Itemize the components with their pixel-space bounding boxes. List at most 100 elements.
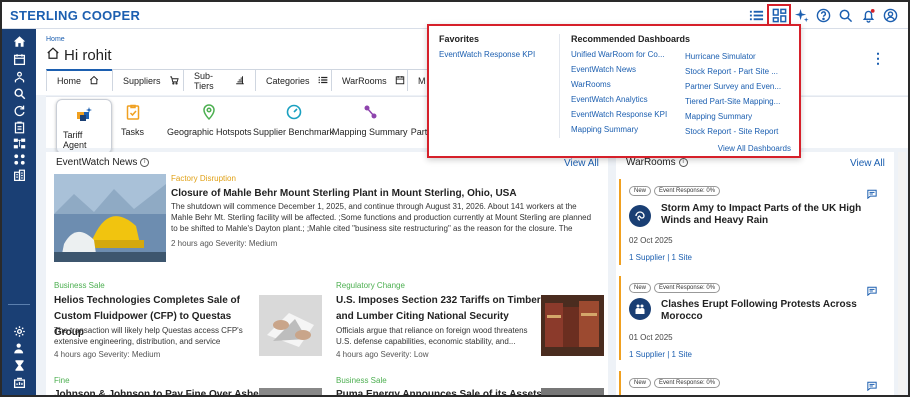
clipboard-icon[interactable] bbox=[11, 119, 27, 135]
chat-icon[interactable] bbox=[867, 189, 877, 202]
panel-title: EventWatch News i bbox=[56, 157, 150, 168]
recommended-dashboard-link[interactable]: EventWatch Analytics bbox=[571, 92, 690, 107]
news-view-all-link[interactable]: View All bbox=[564, 158, 599, 169]
tasks-icon bbox=[122, 101, 144, 123]
badge-event-response: Event Response: 0% bbox=[654, 283, 721, 293]
eventwatch-news-panel: EventWatch News i View All Factory Disru… bbox=[46, 152, 608, 395]
featured-news-image[interactable] bbox=[54, 174, 166, 262]
list-icon[interactable] bbox=[747, 6, 765, 24]
news-body: The shutdown will commence December 1, 2… bbox=[171, 202, 592, 233]
panel-title: WarRooms i bbox=[626, 157, 688, 168]
warroom-title[interactable]: Clashes Erupt Following Protests Across … bbox=[661, 299, 866, 323]
recommended-dashboard-link[interactable]: Mapping Summary bbox=[685, 109, 781, 124]
dashboard-menu-dropdown: Favorites EventWatch Response KPI Recomm… bbox=[427, 24, 801, 158]
building-icon[interactable] bbox=[11, 167, 27, 183]
news-category: Regulatory Change bbox=[336, 281, 405, 290]
bell-icon[interactable] bbox=[859, 6, 877, 24]
breadcrumb[interactable]: Home bbox=[46, 36, 65, 43]
info-icon[interactable]: i bbox=[140, 158, 150, 167]
menu-divider bbox=[559, 34, 560, 138]
list-icon bbox=[318, 75, 328, 87]
news-image[interactable] bbox=[259, 295, 322, 356]
recommended-dashboard-link[interactable]: Unified WarRoom for Co... bbox=[571, 47, 690, 62]
favorites-section: Favorites EventWatch Response KPI bbox=[439, 34, 535, 62]
badges: New Event Response: 0% bbox=[629, 280, 723, 293]
quick-action-mapping-summary[interactable]: Mapping Summary bbox=[332, 101, 408, 137]
warroom-title[interactable]: Storm Amy to Impact Parts of the UK High… bbox=[661, 203, 866, 227]
news-meta: 4 hours ago Severity: Low bbox=[336, 350, 429, 359]
calendar-icon[interactable] bbox=[11, 51, 27, 67]
news-title[interactable]: Puma Energy Announces Sale of its Assets… bbox=[336, 388, 554, 395]
warrooms-view-all-link[interactable]: View All bbox=[850, 158, 885, 169]
calendar-icon bbox=[395, 75, 405, 87]
news-title[interactable]: Closure of Mahle Behr Mount Sterling Pla… bbox=[171, 187, 591, 200]
view-all-dashboards-link[interactable]: View All Dashboards bbox=[718, 144, 791, 153]
tab-categories[interactable]: Categories bbox=[255, 69, 332, 91]
user-admin-icon[interactable] bbox=[11, 340, 27, 356]
chat-icon[interactable] bbox=[867, 286, 877, 299]
favorite-dashboard-link[interactable]: EventWatch Response KPI bbox=[439, 47, 535, 62]
badge-event-response: Event Response: 0% bbox=[654, 378, 721, 388]
tab-suppliers[interactable]: Suppliers bbox=[112, 69, 184, 91]
news-image[interactable] bbox=[259, 388, 322, 395]
warroom-card[interactable]: New Event Response: 0% Clashes Erupt Foll… bbox=[619, 276, 891, 360]
search-icon[interactable] bbox=[836, 6, 854, 24]
news-category: Fine bbox=[54, 376, 70, 385]
search-icon[interactable] bbox=[11, 85, 27, 101]
news-image[interactable] bbox=[541, 295, 604, 356]
favorites-heading: Favorites bbox=[439, 34, 480, 44]
tab-warrooms[interactable]: WarRooms bbox=[331, 69, 408, 91]
news-image[interactable] bbox=[541, 388, 604, 395]
quick-action-geographic-hotspots[interactable]: Geographic Hotspots bbox=[167, 101, 252, 137]
recommended-heading: Recommended Dashboards bbox=[571, 34, 691, 44]
home-icon[interactable] bbox=[11, 33, 27, 49]
dashboard-menu-button[interactable] bbox=[767, 4, 791, 26]
supplier-icon[interactable] bbox=[11, 69, 27, 85]
news-title[interactable]: Johnson & Johnson to Pay Fine Over Asbes… bbox=[54, 388, 279, 395]
recommended-dashboard-link[interactable]: Stock Report - Site Report bbox=[685, 124, 781, 139]
recommended-dashboard-link[interactable]: WarRooms bbox=[571, 77, 690, 92]
help-icon[interactable] bbox=[814, 6, 832, 24]
warroom-card[interactable]: New Event Response: 0% bbox=[619, 371, 891, 395]
recommended-dashboard-link[interactable]: EventWatch News bbox=[571, 62, 690, 77]
recommended-dashboard-link[interactable]: Hurricane Simulator bbox=[685, 49, 781, 64]
mapping-icon bbox=[359, 101, 381, 123]
quick-action-label: Tasks bbox=[121, 127, 145, 137]
chat-icon[interactable] bbox=[867, 381, 877, 394]
page-scrollbar[interactable] bbox=[898, 152, 906, 395]
recommended-dashboard-link[interactable]: EventWatch Response KPI bbox=[571, 107, 690, 122]
news-meta: 4 hours ago Severity: Medium bbox=[54, 350, 161, 359]
report-icon[interactable] bbox=[11, 374, 27, 390]
brand-logo[interactable]: STERLING COOPER bbox=[10, 8, 140, 23]
warroom-date: 01 Oct 2025 bbox=[629, 333, 673, 342]
recommended-dashboard-link[interactable]: Tiered Part-Site Mapping... bbox=[685, 94, 781, 109]
recommended-dashboard-link[interactable]: Partner Survey and Even... bbox=[685, 79, 781, 94]
tab-label: Home bbox=[57, 76, 82, 86]
recommended-dashboard-link[interactable]: Mapping Summary bbox=[571, 122, 690, 137]
tab-sub-tiers[interactable]: Sub-Tiers bbox=[183, 69, 256, 91]
hierarchy-icon[interactable] bbox=[11, 135, 27, 151]
info-icon[interactable]: i bbox=[678, 158, 688, 167]
warrooms-panel: WarRooms i View All New Event Response: 0… bbox=[616, 152, 894, 395]
refresh-icon[interactable] bbox=[11, 102, 27, 118]
home-icon bbox=[89, 75, 99, 87]
quick-action-tasks[interactable]: Tasks bbox=[121, 101, 144, 137]
warroom-card[interactable]: New Event Response: 0% Storm Amy to Impac… bbox=[619, 179, 891, 265]
tab-more[interactable]: M bbox=[407, 69, 429, 91]
hourglass-icon[interactable] bbox=[11, 357, 27, 373]
warroom-supplier-link[interactable]: 1 Supplier | 1 Site bbox=[629, 253, 692, 262]
grid-icon[interactable] bbox=[11, 151, 27, 167]
tab-home[interactable]: Home bbox=[46, 69, 113, 91]
tab-label: M bbox=[418, 75, 426, 86]
sparkle-ai-icon[interactable] bbox=[792, 6, 810, 24]
news-title[interactable]: U.S. Imposes Section 232 Tariffs on Timb… bbox=[336, 293, 541, 325]
settings-icon[interactable] bbox=[11, 323, 27, 339]
home-icon bbox=[46, 46, 60, 64]
user-account-icon[interactable] bbox=[881, 6, 899, 24]
quick-action-supplier-benchmark[interactable]: Supplier Benchmark bbox=[253, 101, 334, 137]
quick-action-tariff-agent[interactable]: Tariff Agent bbox=[56, 99, 112, 154]
recommended-dashboard-link[interactable]: Stock Report - Part Site ... bbox=[685, 64, 781, 79]
kebab-menu-icon[interactable]: ⋮ bbox=[871, 50, 885, 67]
warroom-supplier-link[interactable]: 1 Supplier | 1 Site bbox=[629, 350, 692, 359]
storm-icon bbox=[629, 205, 651, 227]
